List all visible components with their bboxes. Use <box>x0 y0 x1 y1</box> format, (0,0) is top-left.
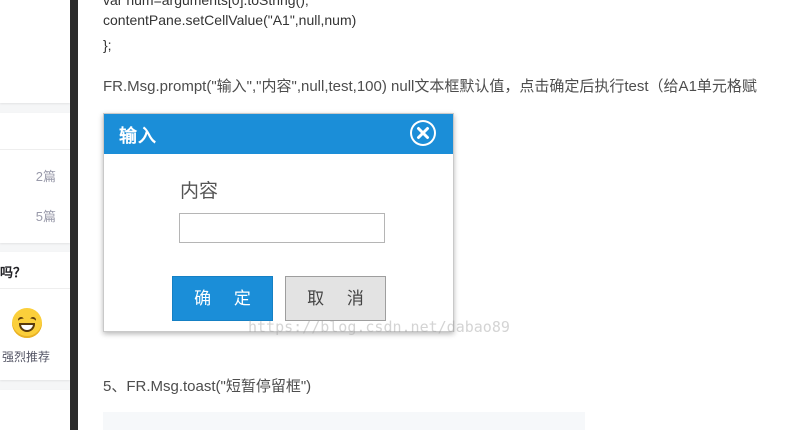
sidebar-separator <box>70 0 78 430</box>
code-line: }; <box>103 37 112 53</box>
prompt-label: 内容 <box>180 180 219 202</box>
sidebar-card <box>0 0 70 103</box>
prompt-input[interactable] <box>179 213 385 243</box>
archive-count[interactable]: 5篇 <box>36 206 56 225</box>
prompt-dialog: 输入 内容 确 定 取 消 <box>103 113 454 332</box>
code-line: contentPane.setCellValue("A1",null,num) <box>103 12 357 28</box>
divider <box>0 288 70 289</box>
sidebar-card <box>0 390 70 430</box>
dialog-title: 输入 <box>119 126 157 146</box>
article-paragraph: FR.Msg.prompt("输入","内容",null,test,100) n… <box>103 78 757 95</box>
feedback-question: 吗？ <box>0 265 27 280</box>
feedback-card: 吗？ 强烈推荐 <box>0 252 70 380</box>
laughing-face-icon[interactable] <box>12 308 42 338</box>
code-line: var num=arguments[0].toString(); <box>103 0 309 8</box>
archive-card: 2篇 5篇 <box>0 113 70 243</box>
code-block <box>103 412 585 430</box>
watermark: https://blog.csdn.net/dabao89 <box>248 318 510 336</box>
cancel-button[interactable]: 取 消 <box>285 276 386 321</box>
archive-count[interactable]: 2篇 <box>36 166 56 185</box>
vote-label[interactable]: 强烈推荐 <box>2 348 50 365</box>
dialog-header: 输入 <box>104 114 453 154</box>
section-heading: 5、FR.Msg.toast("短暂停留框") <box>103 378 312 395</box>
ok-button[interactable]: 确 定 <box>172 276 273 321</box>
divider <box>0 149 70 150</box>
close-circle-icon[interactable] <box>410 120 436 146</box>
